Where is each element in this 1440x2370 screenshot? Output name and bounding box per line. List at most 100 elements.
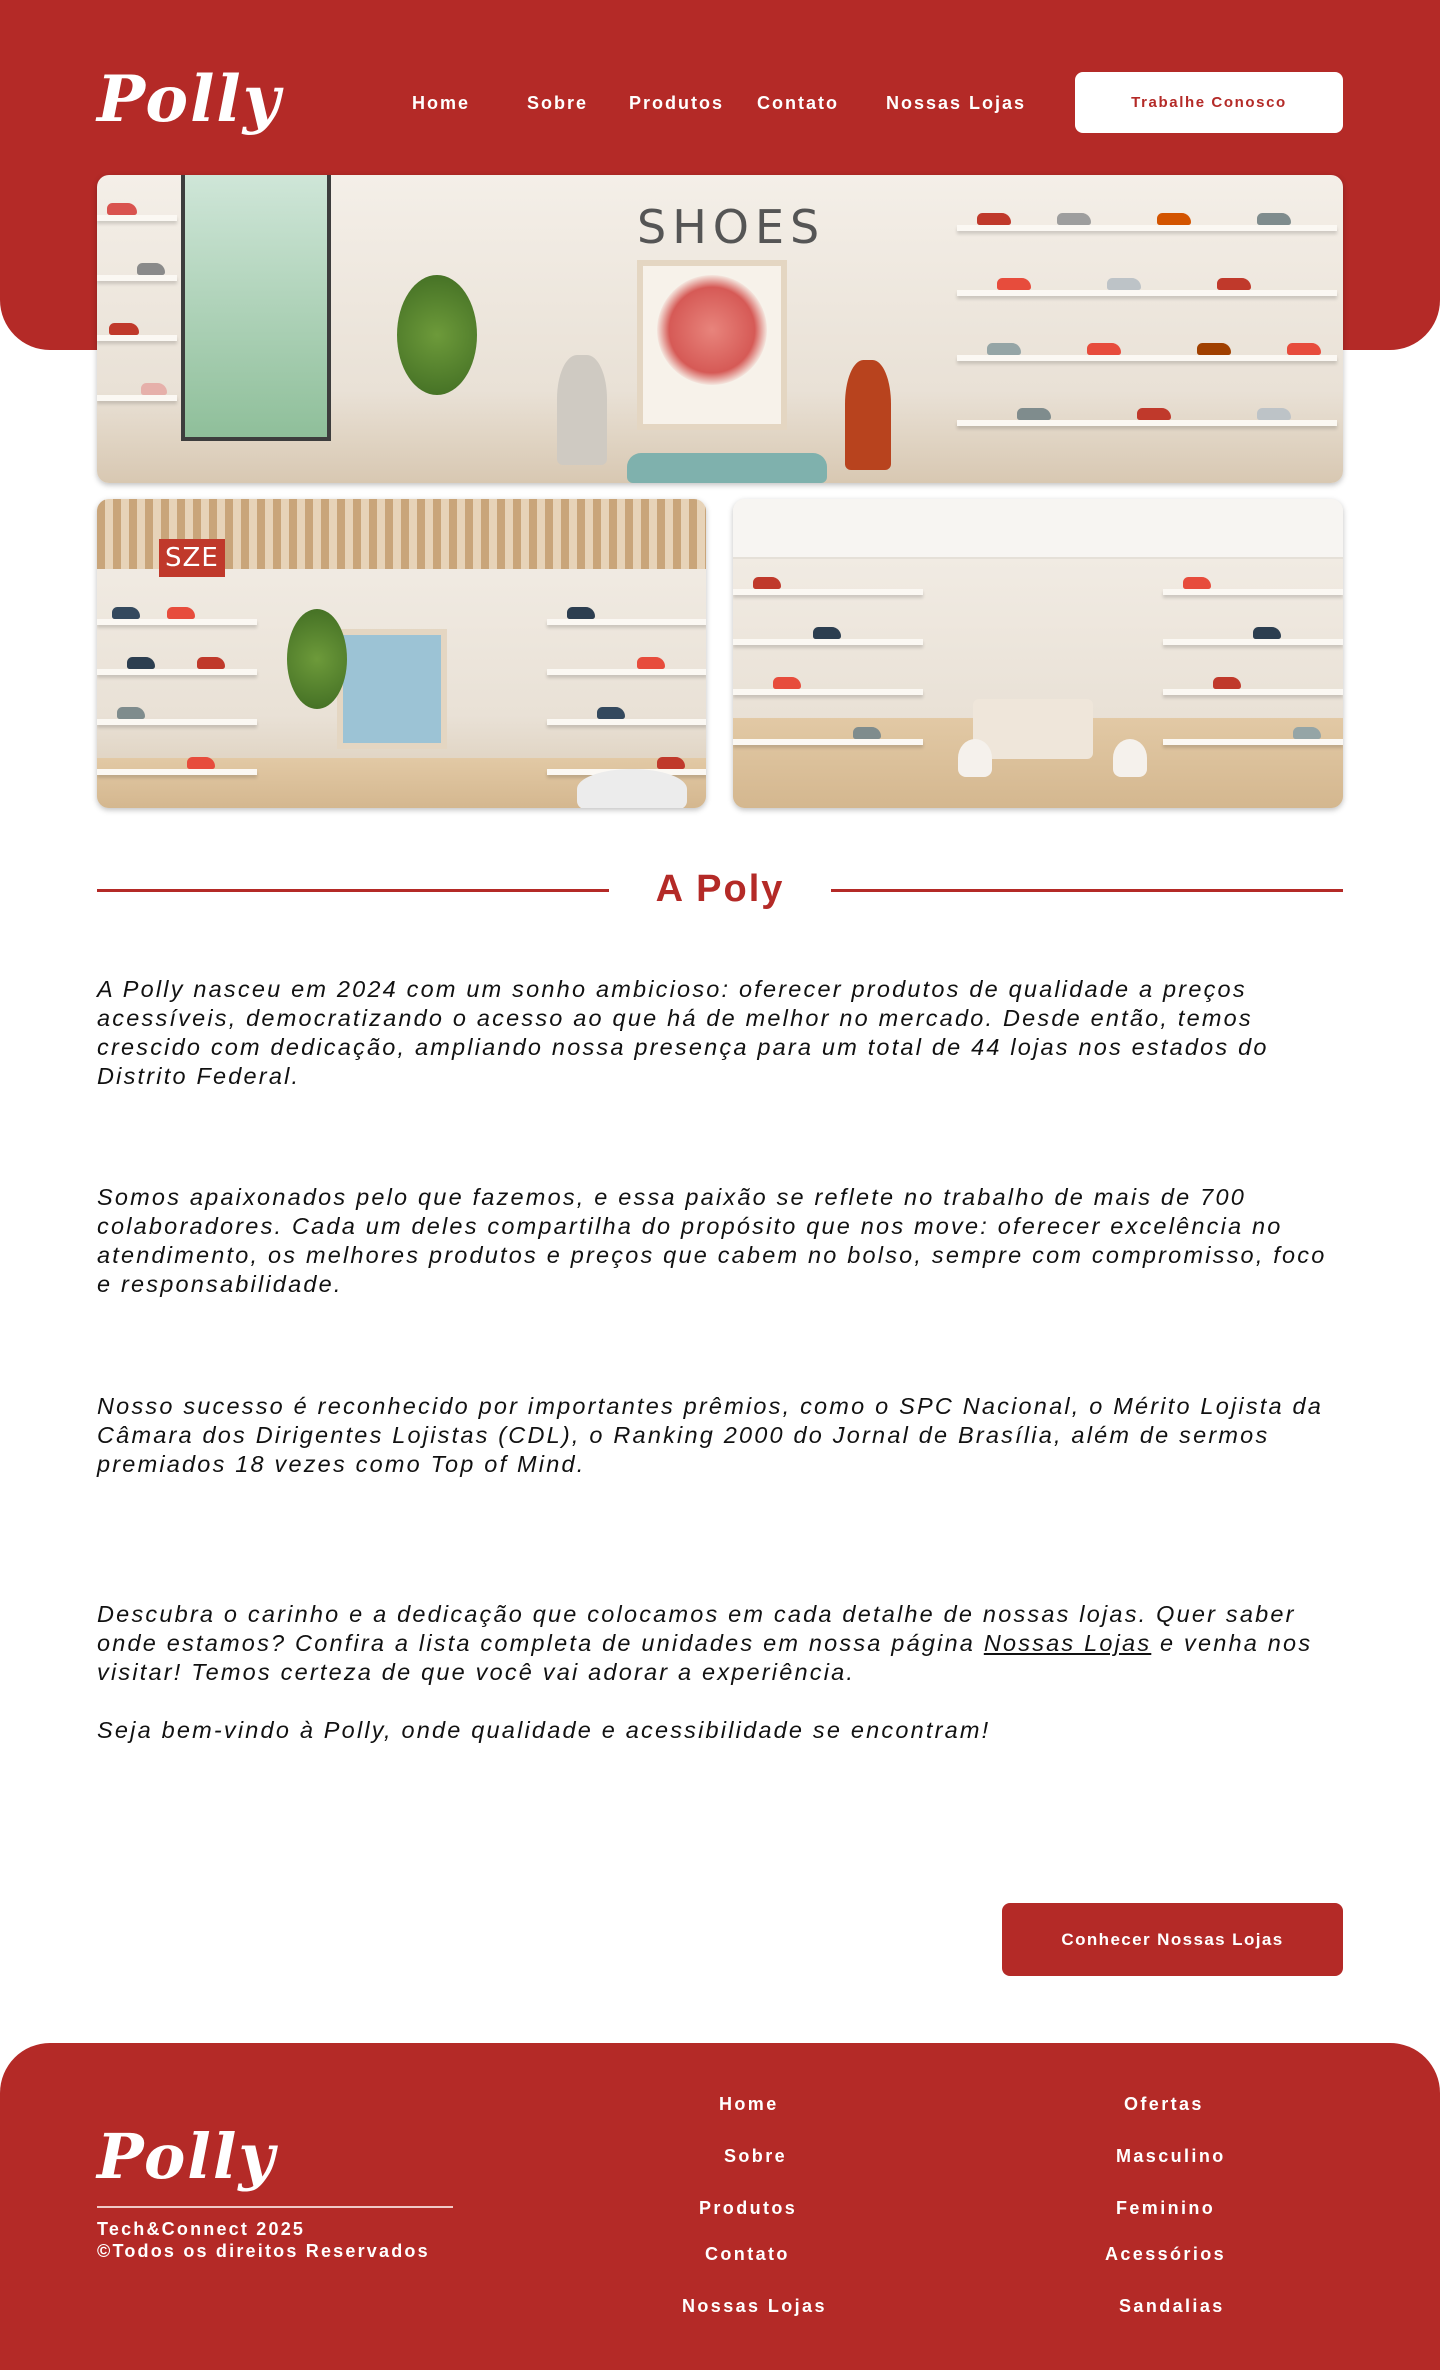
shoe <box>1157 213 1191 225</box>
mannequin <box>557 355 607 465</box>
shoe <box>109 323 139 335</box>
shelf <box>733 639 923 645</box>
fashion-poster <box>337 629 447 749</box>
shoe <box>112 607 140 619</box>
copyright-line-2: ©Todos os direitos Reservados <box>97 2241 430 2261</box>
shoe <box>987 343 1021 355</box>
nav-produtos[interactable]: Produtos <box>629 93 724 114</box>
store-interior-image-left: SZE <box>97 499 706 808</box>
nav-home[interactable]: Home <box>412 93 470 114</box>
shoe <box>1257 213 1291 225</box>
shelf <box>733 589 923 595</box>
trabalhe-conosco-button[interactable]: Trabalhe Conosco <box>1075 72 1343 133</box>
hero-store-image: SHOES <box>97 175 1343 483</box>
footer-nav-nossas-lojas[interactable]: Nossas Lojas <box>682 2296 827 2317</box>
shelf <box>97 619 257 625</box>
footer-nav-ofertas[interactable]: Ofertas <box>1124 2094 1204 2115</box>
footer-nav-masculino[interactable]: Masculino <box>1116 2146 1226 2167</box>
logo[interactable]: Polly <box>97 62 282 137</box>
footer-nav-acessorios[interactable]: Acessórios <box>1105 2244 1226 2265</box>
shelf <box>97 769 257 775</box>
shelf <box>547 619 706 625</box>
shoe <box>637 657 665 669</box>
shelf <box>547 669 706 675</box>
footer-nav-produtos[interactable]: Produtos <box>699 2198 797 2219</box>
shoe <box>137 263 165 275</box>
tree-artwork-canopy <box>657 275 767 385</box>
shoe <box>1253 627 1281 639</box>
about-paragraph-4: Descubra o carinho e a dedicação que col… <box>97 1600 1347 1687</box>
footer-logo[interactable]: Polly <box>97 2120 276 2193</box>
shoe <box>1213 677 1241 689</box>
shelf <box>97 335 177 341</box>
stool <box>1113 739 1147 777</box>
shoe <box>187 757 215 769</box>
display-table <box>973 699 1093 759</box>
shelf <box>733 739 923 745</box>
shoe <box>813 627 841 639</box>
shoe <box>197 657 225 669</box>
shelf <box>1163 589 1343 595</box>
shoe <box>1217 278 1251 290</box>
shelf <box>97 669 257 675</box>
footer-nav-sandalias[interactable]: Sandalias <box>1119 2296 1225 2317</box>
shoe <box>773 677 801 689</box>
about-paragraph-3: Nosso sucesso é reconhecido por importan… <box>97 1393 1324 1477</box>
shoe <box>1257 408 1291 420</box>
shoe <box>1107 278 1141 290</box>
armchair <box>577 769 687 808</box>
footer-divider <box>97 2206 453 2208</box>
copyright-line-1: Tech&Connect 2025 <box>97 2219 306 2239</box>
shoes-sign: SHOES <box>637 200 826 254</box>
size-sign: SZE <box>159 539 225 577</box>
footer-copyright: Tech&Connect 2025 ©Todos os direitos Res… <box>97 2218 430 2262</box>
shoe <box>1017 408 1051 420</box>
shoe <box>1197 343 1231 355</box>
shoe <box>853 727 881 739</box>
nav-nossas-lojas[interactable]: Nossas Lojas <box>886 93 1026 114</box>
mannequin <box>845 360 891 470</box>
nav-sobre[interactable]: Sobre <box>527 93 588 114</box>
sofa <box>627 453 827 483</box>
shoe <box>167 607 195 619</box>
shelf <box>957 355 1337 361</box>
footer-nav-sobre[interactable]: Sobre <box>724 2146 787 2167</box>
shoe <box>117 707 145 719</box>
footer-nav-contato[interactable]: Contato <box>705 2244 790 2265</box>
nossas-lojas-link[interactable]: Nossas Lojas <box>984 1630 1151 1656</box>
plant-decoration <box>397 275 477 395</box>
shelf <box>1163 739 1343 745</box>
store-window <box>181 175 331 441</box>
nav-contato[interactable]: Contato <box>757 93 839 114</box>
store-interior-image-right <box>733 499 1343 808</box>
shoe <box>997 278 1031 290</box>
welcome-text: Seja bem-vindo à Polly, onde qualidade e… <box>97 1717 991 1743</box>
shelf <box>97 215 177 221</box>
shoe <box>977 213 1011 225</box>
shoe <box>1287 343 1321 355</box>
shoe <box>141 383 167 395</box>
shoe <box>657 757 685 769</box>
footer-nav-home[interactable]: Home <box>719 2094 779 2115</box>
shoe <box>1057 213 1091 225</box>
stool <box>958 739 992 777</box>
conhecer-nossas-lojas-button[interactable]: Conhecer Nossas Lojas <box>1002 1903 1343 1976</box>
section-title: A Poly <box>655 868 785 910</box>
shelf <box>1163 639 1343 645</box>
shoe <box>107 203 137 215</box>
shoe <box>1293 727 1321 739</box>
shelf <box>97 719 257 725</box>
footer-nav-feminino[interactable]: Feminino <box>1116 2198 1215 2219</box>
shelf <box>97 275 177 281</box>
shoe <box>753 577 781 589</box>
shoe <box>597 707 625 719</box>
about-paragraph-1: A Polly nasceu em 2024 com um sonho ambi… <box>97 976 1269 1089</box>
shelf <box>1163 689 1343 695</box>
plant-decoration <box>287 609 347 709</box>
shoe <box>567 607 595 619</box>
shelf <box>547 719 706 725</box>
shelf <box>957 420 1337 426</box>
about-paragraph-2: Somos apaixonados pelo que fazemos, e es… <box>97 1184 1327 1297</box>
shoe <box>1137 408 1171 420</box>
ceiling <box>733 499 1343 559</box>
